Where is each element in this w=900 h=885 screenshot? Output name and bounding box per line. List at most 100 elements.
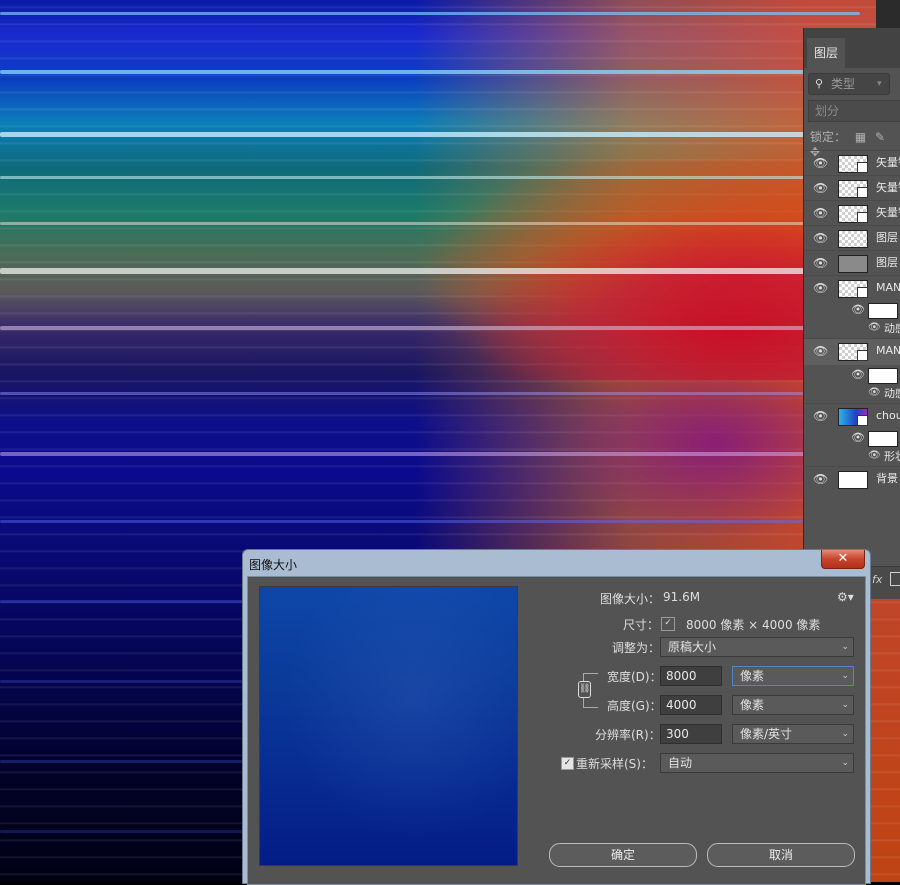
layer-name: MANDALA	[876, 344, 900, 357]
visibility-eye-icon[interactable]: 👁	[851, 431, 865, 444]
layer-row[interactable]: 👁 MANDALA	[804, 275, 900, 300]
layer-thumbnail	[838, 180, 868, 198]
light-streak	[0, 326, 860, 330]
tab-layers[interactable]: 图层	[807, 38, 845, 68]
cancel-button[interactable]: 取消	[707, 843, 855, 867]
width-unit-select[interactable]: 像素 ⌄	[732, 666, 854, 686]
filter-mask-thumbnail	[868, 368, 898, 384]
lock-label: 锁定：	[810, 130, 847, 144]
visibility-eye-icon[interactable]: 👁	[868, 450, 881, 461]
fit-to-value: 原稿大小	[668, 640, 717, 654]
layer-row[interactable]: 👁 矢量智能对象	[804, 150, 900, 175]
dialog-title: 图像大小	[249, 558, 298, 572]
canvas-red-glow	[480, 220, 820, 380]
layer-name: MANDALA	[876, 281, 900, 294]
dimensions-toggle[interactable]: ✓	[661, 617, 675, 631]
light-streak	[0, 520, 860, 523]
layer-row[interactable]: 👁 矢量智能对象	[804, 175, 900, 200]
light-streak	[0, 12, 860, 15]
smart-filter-mask-row[interactable]: 👁	[804, 428, 900, 448]
ok-button[interactable]: 确定	[549, 843, 697, 867]
height-unit-value: 像素	[740, 698, 765, 712]
visibility-eye-icon[interactable]: 👁	[813, 472, 828, 486]
smart-object-badge-icon	[857, 187, 868, 198]
layer-row[interactable]: 👁 矢量智能对象	[804, 200, 900, 225]
lock-image-pixels-icon[interactable]: ✎	[875, 130, 885, 144]
layer-thumbnail	[838, 343, 868, 361]
image-preview[interactable]	[259, 586, 518, 866]
layer-row[interactable]: 👁 choux	[804, 403, 900, 428]
layer-name: 矢量智能对象	[876, 206, 900, 219]
dialog-titlebar[interactable]: 图像大小 ✕	[243, 550, 870, 576]
layer-row-selected[interactable]: 👁 MANDALA	[804, 338, 900, 365]
filter-mask-thumbnail	[868, 303, 898, 319]
visibility-eye-icon[interactable]: 👁	[851, 368, 865, 381]
add-layer-style-button[interactable]: fx	[872, 573, 882, 586]
light-streak	[0, 176, 860, 179]
visibility-eye-icon[interactable]: 👁	[868, 322, 881, 333]
visibility-eye-icon[interactable]: 👁	[813, 281, 828, 295]
search-icon: ⚲	[815, 77, 824, 90]
smart-filter-row[interactable]: 👁 动感模糊	[804, 320, 900, 338]
layer-filter-label: 类型	[831, 77, 856, 91]
smart-filter-name: 动感模糊	[884, 322, 900, 335]
visibility-eye-icon[interactable]: 👁	[851, 303, 865, 316]
height-input[interactable]: 4000	[660, 695, 722, 715]
visibility-eye-icon[interactable]: 👁	[813, 256, 828, 270]
layer-name: 矢量智能对象	[876, 181, 900, 194]
light-streak	[0, 452, 860, 456]
smart-filter-mask-row[interactable]: 👁	[804, 365, 900, 385]
add-mask-icon[interactable]	[890, 572, 900, 586]
resample-checkbox[interactable]: ✓	[561, 757, 574, 770]
light-streak	[0, 392, 860, 395]
visibility-eye-icon[interactable]: 👁	[813, 409, 828, 423]
visibility-eye-icon[interactable]: 👁	[813, 231, 828, 245]
smart-filter-row[interactable]: 👁 动感模糊	[804, 385, 900, 403]
light-streak	[0, 132, 860, 137]
visibility-eye-icon[interactable]: 👁	[813, 156, 828, 170]
layer-filter-select[interactable]: ⚲ 类型 ▾	[808, 73, 890, 95]
image-size-dialog: 图像大小 ✕ 图像大小： 91.6M ⚙▾ 尺寸： ✓ 8000 像素 × 40…	[242, 549, 871, 885]
fit-to-select[interactable]: 原稿大小 ⌄	[660, 637, 854, 657]
width-unit-value: 像素	[740, 669, 765, 683]
layer-name: 图层	[876, 256, 898, 269]
layer-row[interactable]: 👁 图层	[804, 225, 900, 250]
layer-thumbnail	[838, 155, 868, 173]
resolution-unit-select[interactable]: 像素/英寸 ⌄	[732, 724, 854, 744]
image-size-value: 91.6M	[663, 590, 701, 604]
constrain-proportions-link-icon[interactable]: ⛓	[578, 681, 591, 698]
width-input[interactable]: 8000	[660, 666, 722, 686]
resolution-unit-value: 像素/英寸	[740, 727, 793, 741]
layer-thumbnail	[838, 471, 868, 489]
height-unit-select[interactable]: 像素 ⌄	[732, 695, 854, 715]
light-streak	[0, 70, 860, 74]
workspace-edge	[876, 0, 900, 30]
smart-filter-mask-row[interactable]: 👁	[804, 300, 900, 320]
layer-name: 背景	[876, 472, 898, 485]
visibility-eye-icon[interactable]: 👁	[813, 344, 828, 358]
canvas-purple-glow	[560, 380, 820, 540]
layer-row[interactable]: 👁 背景	[804, 466, 900, 491]
visibility-eye-icon[interactable]: 👁	[813, 206, 828, 220]
lock-transparent-pixels-icon[interactable]: ▦	[855, 130, 866, 144]
blend-mode-select[interactable]: 划分	[808, 100, 900, 122]
smart-object-badge-icon	[857, 212, 868, 223]
layer-thumbnail	[838, 280, 868, 298]
smart-object-badge-icon	[857, 415, 868, 426]
smart-filter-row[interactable]: 👁 形状	[804, 448, 900, 466]
resample-select[interactable]: 自动 ⌄	[660, 753, 854, 773]
close-button[interactable]: ✕	[821, 550, 865, 569]
dimensions-value: 8000 像素 × 4000 像素	[686, 618, 821, 632]
visibility-eye-icon[interactable]: 👁	[868, 387, 881, 398]
layer-name: 矢量智能对象	[876, 156, 900, 169]
layer-row[interactable]: 👁 图层	[804, 250, 900, 275]
resolution-input[interactable]: 300	[660, 724, 722, 744]
smart-filter-name: 动感模糊	[884, 387, 900, 400]
smart-filter-name: 形状	[884, 450, 900, 463]
layer-thumbnail	[838, 408, 868, 426]
visibility-eye-icon[interactable]: 👁	[813, 181, 828, 195]
layers-panel: 图层 ⚲ 类型 ▾ 划分 锁定： ▦ ✎ ✥ 👁 矢量智能对象 👁 矢量智能对象…	[803, 28, 900, 599]
gear-icon[interactable]: ⚙▾	[837, 590, 854, 604]
chevron-down-icon: ⌄	[841, 642, 849, 652]
chevron-down-icon: ⌄	[841, 758, 849, 768]
